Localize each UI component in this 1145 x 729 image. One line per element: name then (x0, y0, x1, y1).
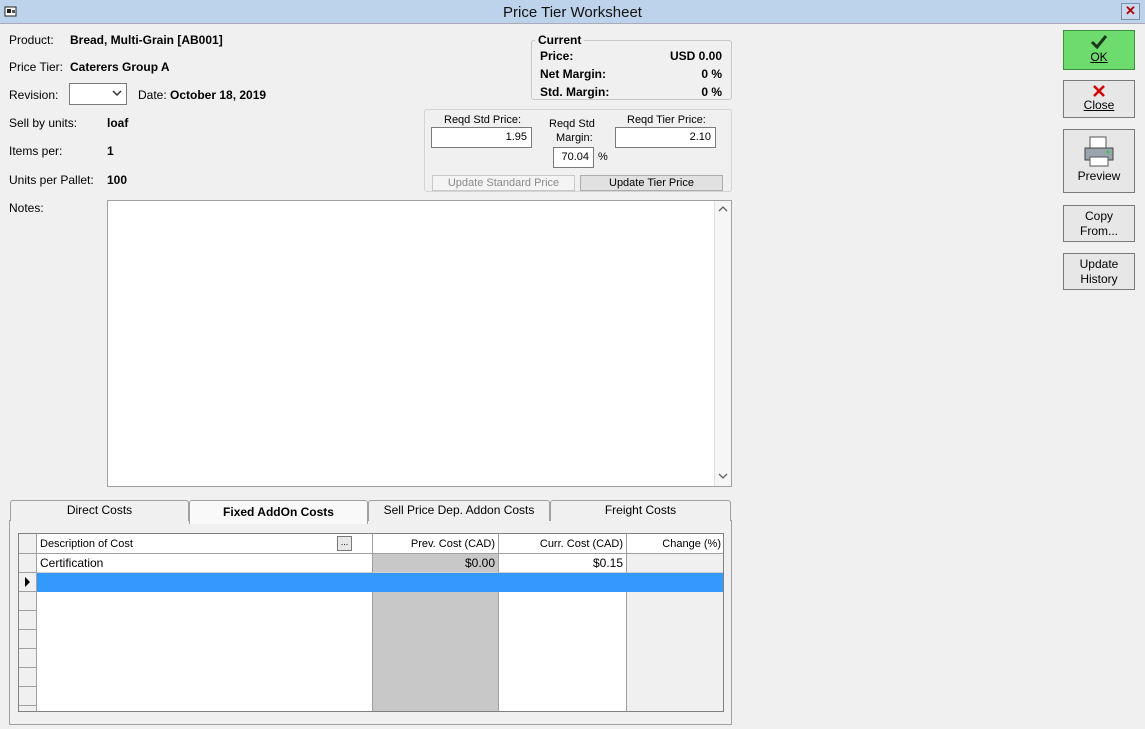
copy-from-button[interactable]: Copy From... (1063, 205, 1135, 242)
price-tier-value: Caterers Group A (70, 60, 170, 74)
row-selector[interactable] (19, 592, 37, 611)
column-header-description[interactable]: Description of Cost ... (37, 534, 373, 554)
tab-direct-costs[interactable]: Direct Costs (10, 500, 189, 521)
ellipsis-button[interactable]: ... (337, 536, 352, 551)
window-title: Price Tier Worksheet (503, 4, 642, 21)
ok-label: OK (1090, 50, 1108, 64)
reqd-std-margin-label-2: Margin: (556, 132, 593, 144)
update-standard-price-button[interactable]: Update Standard Price (432, 175, 575, 191)
notes-scrollbar[interactable] (714, 201, 731, 486)
scroll-down-icon[interactable] (718, 472, 728, 482)
current-price-label: Price: (540, 49, 574, 63)
tab-sell-price-dep-addon-costs[interactable]: Sell Price Dep. Addon Costs (368, 500, 550, 521)
notes-label: Notes: (9, 201, 44, 215)
reqd-std-margin-input[interactable]: 70.04 (553, 147, 594, 168)
sell-by-units-value: loaf (107, 116, 129, 130)
std-margin-value: 0 % (701, 85, 722, 99)
cell-change (627, 554, 723, 573)
revision-select[interactable] (69, 83, 127, 105)
row-selector[interactable] (19, 630, 37, 649)
close-label: Close (1083, 98, 1115, 112)
revision-label: Revision: (9, 88, 59, 102)
product-label: Product: (9, 33, 54, 47)
update-history-label-2: History (1080, 272, 1118, 286)
row-selector[interactable] (19, 554, 37, 573)
column-header-curr-cost[interactable]: Curr. Cost (CAD) (499, 534, 627, 554)
reqd-std-price-label: Reqd Std Price: (444, 114, 522, 126)
price-tier-label: Price Tier: (9, 60, 64, 74)
window-close-button[interactable]: ✕ (1121, 3, 1140, 20)
row-selector[interactable] (19, 611, 37, 630)
preview-button[interactable]: Preview (1063, 129, 1135, 193)
units-per-pallet-value: 100 (107, 173, 128, 187)
row-pointer-icon (25, 577, 30, 587)
date-value: October 18, 2019 (170, 88, 267, 102)
update-tier-price-button[interactable]: Update Tier Price (580, 175, 723, 191)
row-header-corner (19, 534, 37, 554)
row-selector[interactable] (19, 668, 37, 687)
reqd-std-price-input[interactable]: 1.95 (431, 127, 532, 148)
product-value: Bread, Multi-Grain [AB001] (70, 33, 223, 47)
tab-fixed-addon-costs[interactable]: Fixed AddOn Costs (189, 500, 368, 524)
close-button[interactable]: Close (1063, 80, 1135, 118)
scroll-up-icon[interactable] (718, 205, 728, 215)
std-margin-label: Std. Margin: (540, 85, 610, 99)
column-header-description-label: Description of Cost (40, 538, 133, 550)
net-margin-label: Net Margin: (540, 67, 606, 81)
current-legend: Current (535, 33, 585, 47)
cell-description[interactable]: Certification (37, 554, 373, 573)
notes-textarea[interactable] (107, 200, 732, 487)
sell-by-units-label: Sell by units: (9, 116, 78, 130)
copy-from-label-2: From... (1080, 224, 1118, 238)
table-row-selected[interactable] (37, 573, 723, 592)
reqd-tier-price-input[interactable]: 2.10 (615, 127, 716, 148)
column-header-prev-cost[interactable]: Prev. Cost (CAD) (373, 534, 499, 554)
update-history-button[interactable]: Update History (1063, 253, 1135, 290)
items-per-value: 1 (107, 144, 114, 158)
percent-sign: % (598, 151, 608, 163)
items-per-label: Items per: (9, 144, 63, 158)
cell-curr-cost[interactable]: $0.15 (499, 554, 627, 573)
tab-freight-costs[interactable]: Freight Costs (550, 500, 731, 521)
title-bar: Price Tier Worksheet ✕ (0, 0, 1145, 24)
reqd-tier-price-label: Reqd Tier Price: (627, 114, 706, 126)
chevron-down-icon (112, 88, 122, 101)
update-history-label-1: Update (1079, 257, 1119, 271)
copy-from-label-1: Copy (1084, 209, 1113, 223)
net-margin-value: 0 % (701, 67, 722, 81)
row-selector-current[interactable] (19, 573, 37, 592)
current-price-value: USD 0.00 (669, 49, 722, 63)
preview-label: Preview (1077, 169, 1121, 183)
cell-prev-cost: $0.00 (373, 554, 499, 573)
row-selector[interactable] (19, 687, 37, 706)
cost-grid[interactable]: Description of Cost ... Prev. Cost (CAD)… (18, 533, 724, 712)
reqd-std-margin-label: Reqd Std (549, 118, 595, 130)
units-per-pallet-label: Units per Pallet: (9, 173, 94, 187)
date-label: Date: (138, 88, 167, 102)
column-header-change[interactable]: Change (%) (627, 534, 723, 554)
row-selector[interactable] (19, 649, 37, 668)
row-selector[interactable] (19, 706, 37, 711)
printer-icon (1064, 135, 1134, 172)
ok-button[interactable]: OK (1063, 30, 1135, 70)
